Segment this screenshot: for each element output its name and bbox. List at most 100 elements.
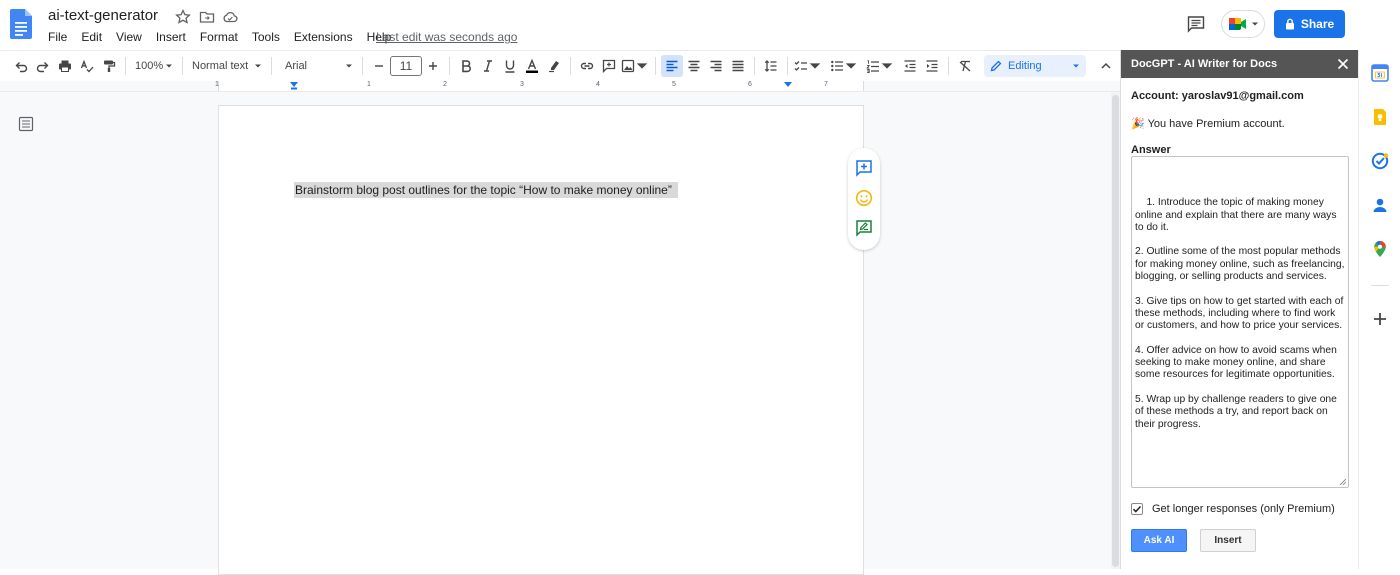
add-icon[interactable] — [1371, 310, 1389, 328]
last-edit-link[interactable]: Last edit was seconds ago — [376, 30, 517, 44]
document-title[interactable]: ai-text-generator — [48, 7, 158, 24]
suggest-edit-icon — [856, 219, 872, 237]
menu-file[interactable]: File — [48, 30, 74, 44]
close-icon[interactable] — [1336, 57, 1350, 71]
docs-logo-icon[interactable] — [10, 9, 32, 39]
sidebar-title: DocGPT - AI Writer for Docs — [1131, 58, 1278, 70]
align-left-icon — [666, 60, 678, 72]
italic-button[interactable] — [477, 55, 499, 77]
move-folder-icon[interactable] — [199, 9, 215, 25]
font-size-input[interactable]: 11 — [390, 56, 422, 76]
align-right-button[interactable] — [705, 55, 727, 77]
style-select[interactable]: Normal text — [188, 55, 266, 77]
decrease-font-size-button[interactable] — [368, 55, 390, 77]
answer-textarea[interactable]: 1. Introduce the topic of making money o… — [1131, 156, 1349, 488]
toolbar-divider — [655, 57, 656, 75]
image-icon — [621, 59, 635, 73]
document-outline-icon[interactable] — [18, 116, 34, 132]
floating-actions — [848, 148, 880, 250]
tasks-icon[interactable] — [1371, 152, 1389, 170]
undo-button[interactable] — [10, 55, 32, 77]
comment-history-icon[interactable] — [1186, 14, 1206, 34]
menu-format[interactable]: Format — [200, 30, 245, 44]
ask-ai-button[interactable]: Ask AI — [1131, 529, 1187, 552]
zoom-select[interactable]: 100% — [131, 55, 177, 77]
resize-grip-icon[interactable] — [1339, 478, 1346, 485]
spelling-button[interactable] — [76, 55, 98, 77]
ruler-number: 4 — [596, 81, 600, 88]
add-reaction-button[interactable] — [855, 189, 873, 210]
selected-text[interactable]: Brainstorm blog post outlines for the to… — [294, 182, 678, 198]
ruler-number: 5 — [672, 81, 676, 88]
meet-button[interactable] — [1221, 10, 1265, 38]
print-button[interactable] — [54, 55, 76, 77]
toolbar-divider — [125, 57, 126, 75]
highlight-color-button[interactable] — [543, 55, 565, 77]
clear-formatting-button[interactable] — [954, 55, 976, 77]
print-icon — [59, 60, 71, 72]
chevron-down-icon — [166, 64, 172, 68]
scrollbar-thumb[interactable] — [1112, 95, 1119, 567]
menu-insert[interactable]: Insert — [156, 30, 193, 44]
text-color-button[interactable] — [521, 55, 543, 77]
chevron-up-icon[interactable] — [1097, 57, 1115, 75]
menu-tools[interactable]: Tools — [252, 30, 287, 44]
longer-responses-checkbox[interactable] — [1131, 503, 1143, 515]
paint-format-button[interactable] — [98, 55, 120, 77]
insert-link-button[interactable] — [576, 55, 598, 77]
chevron-down-icon — [255, 64, 261, 68]
align-center-icon — [688, 60, 700, 72]
keep-icon[interactable] — [1371, 108, 1389, 126]
align-left-button[interactable] — [661, 55, 683, 77]
suggest-edits-button[interactable] — [855, 219, 873, 240]
longer-responses-option[interactable]: Get longer responses (only Premium) — [1131, 503, 1335, 515]
italic-icon — [484, 60, 492, 72]
bulleted-list-button[interactable] — [829, 55, 859, 77]
cloud-status-icon[interactable] — [222, 9, 238, 25]
bold-button[interactable] — [455, 55, 477, 77]
menu-bar: File Edit View Insert Format Tools Exten… — [48, 30, 405, 44]
decrease-indent-button[interactable] — [899, 55, 921, 77]
line-spacing-button[interactable] — [760, 55, 782, 77]
ruler-number: 7 — [824, 81, 828, 88]
menu-extensions[interactable]: Extensions — [294, 30, 360, 44]
star-icon[interactable] — [175, 9, 191, 25]
justify-button[interactable] — [727, 55, 749, 77]
maps-icon[interactable] — [1371, 240, 1389, 258]
add-comment-float-button[interactable] — [855, 159, 873, 180]
increase-indent-button[interactable] — [921, 55, 943, 77]
font-select[interactable]: Arial — [277, 55, 357, 77]
contacts-icon[interactable] — [1371, 196, 1389, 214]
left-indent-marker-icon[interactable] — [289, 82, 299, 90]
menu-edit[interactable]: Edit — [81, 30, 109, 44]
menu-view[interactable]: View — [116, 30, 149, 44]
calendar-icon[interactable] — [1371, 64, 1389, 82]
vertical-scrollbar[interactable] — [1111, 92, 1120, 569]
ruler-number: 6 — [748, 81, 752, 88]
style-value: Normal text — [192, 60, 249, 72]
formatting-toolbar: 100% Normal text Arial 11 Editing — [0, 50, 1120, 81]
docs-header: ai-text-generator File Edit View Insert … — [0, 0, 1400, 50]
insert-image-button[interactable] — [620, 55, 650, 77]
right-indent-marker-icon[interactable] — [783, 82, 793, 90]
share-button[interactable]: Share — [1274, 10, 1345, 38]
checklist-button[interactable] — [793, 55, 823, 77]
horizontal-ruler[interactable]: 1 1 2 3 4 5 6 7 — [0, 81, 1120, 92]
document-page[interactable]: Brainstorm blog post outlines for the to… — [218, 105, 864, 575]
chevron-down-icon — [1073, 64, 1079, 68]
checklist-icon — [794, 61, 807, 71]
pencil-icon — [990, 60, 1002, 72]
add-comment-button[interactable] — [598, 55, 620, 77]
premium-status: 🎉 You have Premium account. — [1131, 117, 1285, 130]
toolbar-divider — [362, 57, 363, 75]
align-center-button[interactable] — [683, 55, 705, 77]
increase-font-size-button[interactable] — [422, 55, 444, 77]
editing-mode-select[interactable]: Editing — [984, 55, 1086, 77]
plus-icon — [429, 62, 437, 70]
chevron-down-icon — [881, 63, 893, 69]
insert-button[interactable]: Insert — [1200, 529, 1256, 552]
redo-button[interactable] — [32, 55, 54, 77]
numbered-list-button[interactable] — [865, 55, 895, 77]
underline-button[interactable] — [499, 55, 521, 77]
sidebar-header: DocGPT - AI Writer for Docs — [1121, 50, 1358, 78]
